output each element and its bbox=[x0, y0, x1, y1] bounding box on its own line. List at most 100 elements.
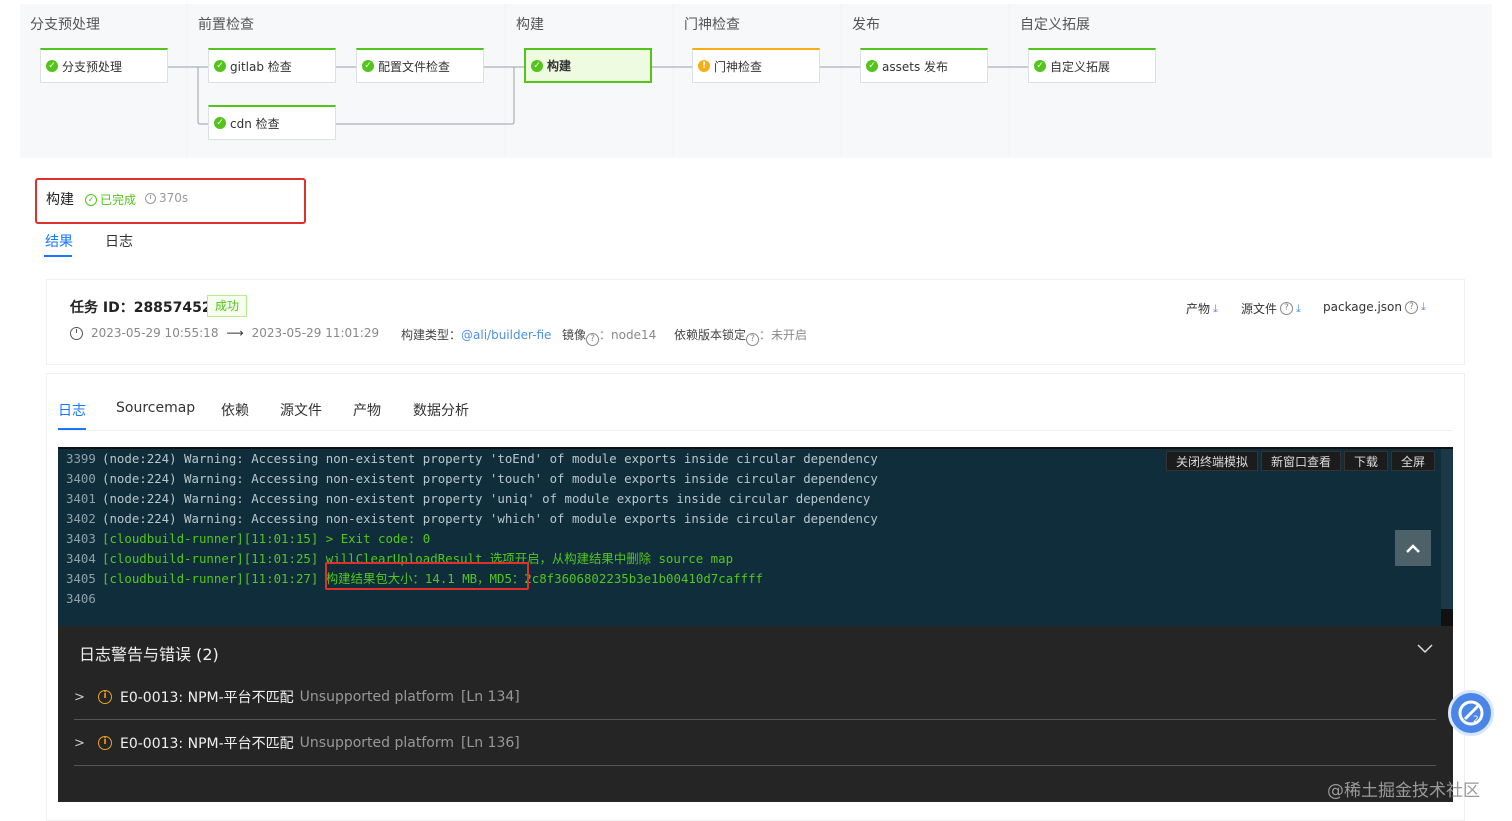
node-label: 门神检查 bbox=[714, 59, 763, 74]
terminal-output[interactable]: 3399 (node:224) Warning: Accessing non-ex… bbox=[58, 447, 1453, 627]
close-terminal-emulation-button[interactable]: 关闭终端模拟 bbox=[1165, 451, 1258, 471]
log-tab-source-files[interactable]: 源文件 bbox=[280, 400, 322, 420]
pipeline-node-build[interactable]: ✓ 构建 bbox=[524, 48, 652, 83]
check-icon: ✓ bbox=[866, 60, 878, 72]
log-tab-dependencies[interactable]: 依赖 bbox=[221, 400, 249, 420]
warning-desc: Unsupported platform bbox=[299, 689, 454, 705]
pipeline-node-cdn-check[interactable]: ✓ cdn 检查 bbox=[208, 105, 336, 140]
assistant-float-button[interactable]: 2 bbox=[1448, 690, 1494, 736]
pipeline-panel: 分支预处理 前置检查 构建 门神检查 发布 自定义拓展 ✓ 分支预处理 ✓ gitl… bbox=[20, 4, 1492, 158]
warnings-title: 日志警告与错误 (2) bbox=[79, 645, 219, 664]
terminal-line: 3399 (node:224) Warning: Accessing non-ex… bbox=[66, 451, 878, 466]
duration-text: 370s bbox=[159, 191, 189, 205]
terminal-line: 3403 [cloudbuild-runner][11:01:15] > Exit… bbox=[66, 531, 431, 546]
node-label: cdn 检查 bbox=[230, 116, 280, 131]
log-tab-log[interactable]: 日志 bbox=[58, 400, 86, 420]
download-artifact-button[interactable]: 产物 ⤓ bbox=[1186, 300, 1218, 317]
check-icon: ✓ bbox=[1034, 60, 1046, 72]
help-icon[interactable]: ? bbox=[586, 333, 600, 346]
help-icon[interactable]: ? bbox=[746, 333, 760, 346]
pipeline-node-gate-check[interactable]: ! 门神检查 bbox=[692, 48, 820, 83]
chevron-down-icon[interactable] bbox=[1417, 640, 1433, 656]
build-type-label: 构建类型： bbox=[401, 328, 462, 342]
download-label: package.json bbox=[1323, 300, 1403, 314]
warning-icon: i bbox=[98, 690, 112, 704]
node-label: 自定义拓展 bbox=[1050, 59, 1111, 74]
check-icon: ✓ bbox=[214, 60, 226, 72]
pipeline-node-assets-publish[interactable]: ✓ assets 发布 bbox=[860, 48, 988, 83]
node-label: 构建 bbox=[547, 59, 572, 73]
step-header-highlight: 构建 ✓ 已完成 370s bbox=[35, 178, 306, 224]
download-icon: ⤓ bbox=[1213, 301, 1218, 315]
help-icon[interactable]: ? bbox=[1280, 302, 1294, 315]
tab-log[interactable]: 日志 bbox=[105, 231, 133, 251]
scrollbar-thumb[interactable] bbox=[1441, 609, 1453, 627]
download-source-button[interactable]: 源文件? ⤓ bbox=[1241, 300, 1301, 317]
download-package-json-button[interactable]: package.json? ⤓ bbox=[1323, 300, 1426, 314]
dependency-lock-info: 依赖版本锁定? ：未开启 bbox=[674, 326, 807, 346]
image-label: 镜像 bbox=[562, 328, 587, 342]
terminal-line: 3400 (node:224) Warning: Accessing non-ex… bbox=[66, 471, 878, 486]
task-time-range: 2023-05-29 10:55:18 ⟶ 2023-05-29 11:01:2… bbox=[70, 326, 379, 340]
chevron-right-icon: > bbox=[74, 735, 85, 751]
pipeline-node-config-check[interactable]: ✓ 配置文件检查 bbox=[356, 48, 484, 83]
task-id: 任务 ID：28857452 bbox=[70, 300, 212, 316]
node-label: 配置文件检查 bbox=[378, 59, 451, 74]
step-title: 构建 bbox=[46, 192, 74, 208]
assistant-icon: 2 bbox=[1458, 700, 1484, 726]
warning-line: [Ln 136] bbox=[460, 735, 520, 751]
help-icon[interactable]: ? bbox=[1405, 300, 1419, 314]
terminal-scrollbar[interactable] bbox=[1441, 449, 1453, 627]
check-icon: ✓ bbox=[362, 60, 374, 72]
open-new-window-button[interactable]: 新窗口查看 bbox=[1260, 451, 1341, 471]
annotation-highlight-box bbox=[325, 562, 529, 590]
log-tab-sourcemap[interactable]: Sourcemap bbox=[116, 400, 195, 416]
check-icon: ✓ bbox=[531, 59, 543, 72]
check-circle-icon: ✓ bbox=[85, 193, 97, 206]
active-tab-indicator bbox=[44, 255, 72, 257]
warning-line: [Ln 134] bbox=[460, 689, 520, 705]
step-duration: 370s bbox=[145, 191, 188, 205]
download-log-button[interactable]: 下载 bbox=[1343, 451, 1388, 471]
task-card: 任务 ID：28857452 成功 2023-05-29 10:55:18 ⟶ … bbox=[46, 279, 1465, 365]
chevron-right-icon: > bbox=[74, 689, 85, 705]
warning-icon: i bbox=[98, 736, 112, 750]
warnings-panel: 日志警告与错误 (2) > i E0-0013: NPM-平台不匹配 Unsup… bbox=[58, 626, 1453, 802]
lock-label: 依赖版本锁定 bbox=[674, 328, 747, 342]
build-type-link[interactable]: @ali/builder-fie bbox=[461, 328, 551, 342]
scroll-to-top-button[interactable] bbox=[1395, 530, 1431, 566]
pipeline-node-gitlab-check[interactable]: ✓ gitlab 检查 bbox=[208, 48, 336, 83]
arrow-right-icon: ⟶ bbox=[226, 326, 244, 340]
node-label: 分支预处理 bbox=[62, 59, 123, 74]
clock-icon bbox=[145, 192, 156, 204]
pipeline-node-branch-preprocess[interactable]: ✓ 分支预处理 bbox=[40, 48, 168, 83]
fullscreen-button[interactable]: 全屏 bbox=[1390, 451, 1435, 471]
tab-result[interactable]: 结果 bbox=[45, 231, 73, 251]
active-tab-indicator bbox=[58, 428, 86, 430]
warning-code: E0-0013: NPM-平台不匹配 bbox=[120, 736, 294, 752]
terminal-toolbar: 关闭终端模拟 新窗口查看 下载 全屏 bbox=[1165, 451, 1435, 471]
warning-icon: ! bbox=[698, 60, 710, 72]
log-tab-artifacts[interactable]: 产物 bbox=[353, 400, 381, 420]
node-label: assets 发布 bbox=[882, 59, 949, 74]
lock-value: ：未开启 bbox=[759, 328, 808, 342]
status-badge: 成功 bbox=[207, 295, 248, 317]
download-label: 产物 bbox=[1186, 302, 1211, 316]
start-time: 2023-05-29 10:55:18 bbox=[91, 326, 219, 340]
terminal-line: 3401 (node:224) Warning: Accessing non-ex… bbox=[66, 491, 871, 506]
download-icon: ⤓ bbox=[1296, 301, 1301, 315]
pipeline-node-custom-extend[interactable]: ✓ 自定义拓展 bbox=[1028, 48, 1156, 83]
warning-item[interactable]: > i E0-0013: NPM-平台不匹配 Unsupported platf… bbox=[74, 675, 1436, 720]
image-value: ：node14 bbox=[599, 328, 657, 342]
log-tab-data-analysis[interactable]: 数据分析 bbox=[413, 400, 469, 420]
node-label: gitlab 检查 bbox=[230, 59, 292, 74]
chevron-up-icon bbox=[1406, 544, 1420, 553]
download-icon: ⤓ bbox=[1421, 300, 1426, 313]
terminal-line: 3402 (node:224) Warning: Accessing non-ex… bbox=[66, 511, 878, 526]
status-text: 已完成 bbox=[100, 193, 137, 207]
image-info: 镜像? ：node14 bbox=[562, 326, 656, 346]
build-type: 构建类型：@ali/builder-fie bbox=[401, 326, 551, 343]
watermark: @稀土掘金技术社区 bbox=[1327, 781, 1480, 801]
warning-item[interactable]: > i E0-0013: NPM-平台不匹配 Unsupported platf… bbox=[74, 721, 1436, 766]
end-time: 2023-05-29 11:01:29 bbox=[251, 326, 380, 340]
